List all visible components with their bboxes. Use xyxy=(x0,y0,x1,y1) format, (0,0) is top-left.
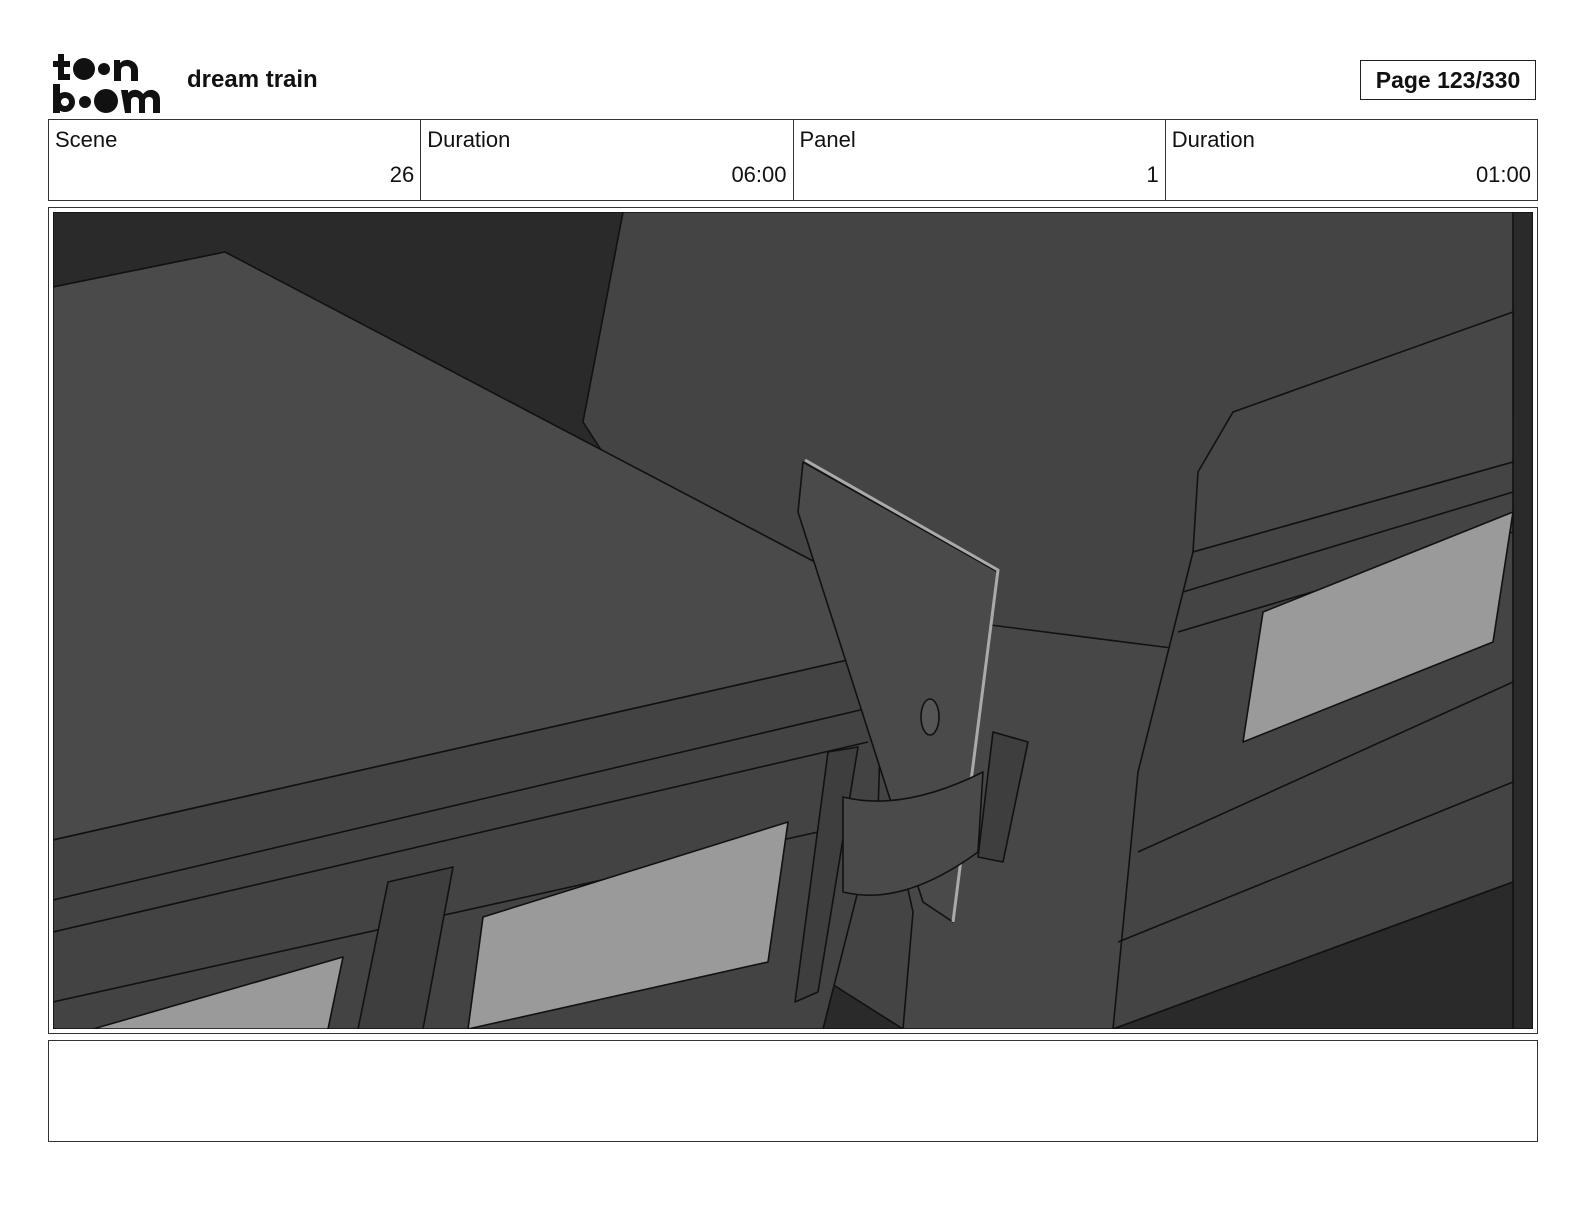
project-title: dream train xyxy=(187,66,318,93)
page-number: Page 123/330 xyxy=(1360,60,1536,100)
scene-number: 26 xyxy=(389,162,415,187)
storyboard-drawing xyxy=(53,212,1533,1029)
panel-duration-value: 01:00 xyxy=(1475,162,1531,187)
panel-cell: Panel 1 xyxy=(794,120,1166,200)
scene-duration-label: Duration xyxy=(427,127,511,152)
scene-cell: Scene 26 xyxy=(49,120,422,200)
panel-notes-box xyxy=(48,1040,1538,1142)
toon-boom-logo xyxy=(53,54,160,113)
panel-label: Panel xyxy=(799,127,856,152)
scene-duration-cell: Duration 06:00 xyxy=(421,120,794,200)
panel-duration-label: Duration xyxy=(1171,127,1255,152)
hatch-hole xyxy=(920,698,940,736)
scene-info-table: Scene 26 Duration 06:00 Panel 1 Duration… xyxy=(48,119,1538,201)
scene-label: Scene xyxy=(55,127,118,152)
storyboard-panel-frame xyxy=(48,207,1538,1034)
scene-duration-value: 06:00 xyxy=(731,162,787,187)
panel-duration-cell: Duration 01:00 xyxy=(1166,120,1537,200)
panel-number: 1 xyxy=(1146,162,1159,187)
